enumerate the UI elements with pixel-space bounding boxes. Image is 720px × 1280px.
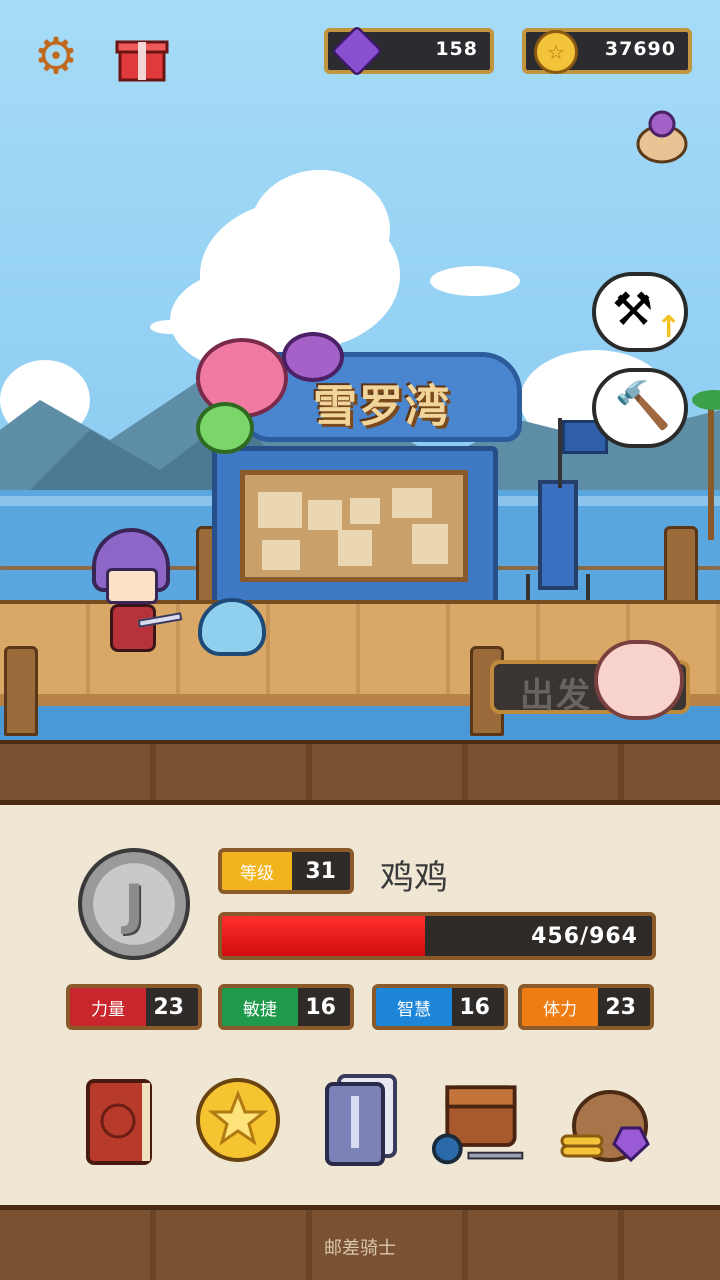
notice-paper[interactable] bbox=[338, 530, 372, 566]
signpost-hammer-icon: 🔨 bbox=[614, 378, 672, 432]
card-deck-graphic bbox=[325, 1074, 397, 1166]
medal-letter: J bbox=[123, 872, 145, 936]
purple-gem-icon bbox=[330, 24, 384, 78]
gem-count: 158 bbox=[435, 38, 478, 60]
stat-stamina: 体力 23 bbox=[518, 984, 654, 1030]
location-title: 雪罗湾 bbox=[313, 381, 451, 432]
depart-label: 出发 bbox=[520, 676, 592, 716]
level-value: 31 bbox=[305, 858, 336, 884]
coin-counter[interactable]: ☆ 37690 bbox=[522, 28, 692, 74]
book-icon[interactable] bbox=[68, 1070, 168, 1170]
hp-bar-fill bbox=[222, 916, 426, 956]
gold-coin-icon: ☆ bbox=[534, 30, 578, 74]
gift-icon-graphic bbox=[115, 40, 169, 82]
stat-value: 23 bbox=[605, 994, 636, 1020]
notice-paper[interactable] bbox=[412, 524, 448, 564]
stat-label: 力量 bbox=[70, 988, 146, 1026]
stat-wisdom: 智慧 16 bbox=[372, 984, 508, 1030]
dock-post bbox=[4, 646, 38, 736]
star-coin-graphic bbox=[196, 1078, 280, 1162]
hero-character[interactable] bbox=[110, 604, 156, 652]
game-scene: 雪罗湾 出发 ⚒ ↑ 🔨 bbox=[0, 0, 720, 760]
purple-shell-icon bbox=[282, 332, 344, 382]
star-coin-icon[interactable] bbox=[188, 1070, 288, 1170]
game-title-footer: 邮差骑士 bbox=[324, 1238, 396, 1259]
gem-counter[interactable]: 158 bbox=[324, 24, 494, 78]
inventory-graphic bbox=[431, 1085, 524, 1165]
book-graphic bbox=[86, 1079, 152, 1165]
notice-paper[interactable] bbox=[350, 498, 380, 524]
treasure-sack-icon[interactable] bbox=[556, 1070, 656, 1170]
stat-agility: 敏捷 16 bbox=[218, 984, 354, 1030]
treasure-graphic bbox=[560, 1090, 650, 1163]
stat-value: 23 bbox=[153, 994, 184, 1020]
stat-label: 体力 bbox=[522, 988, 598, 1026]
hp-bar: 456/964 bbox=[218, 912, 656, 960]
stat-label: 敏捷 bbox=[222, 988, 298, 1026]
hp-text: 456/964 bbox=[531, 923, 638, 949]
gift-box-icon[interactable] bbox=[112, 26, 172, 86]
notice-paper[interactable] bbox=[258, 492, 302, 528]
level-label: 等级 bbox=[222, 852, 292, 890]
stat-value: 16 bbox=[305, 994, 336, 1020]
upgrade-arrow-icon: ↑ bbox=[656, 310, 682, 345]
coin-count: 37690 bbox=[604, 38, 676, 60]
gem-pouch-icon[interactable] bbox=[632, 106, 692, 166]
stat-label: 智慧 bbox=[376, 988, 452, 1026]
cloud bbox=[430, 266, 520, 296]
anvil-upgrade-icon: ⚒ bbox=[612, 282, 654, 336]
dock-post bbox=[664, 526, 698, 606]
inventory-bag-icon[interactable] bbox=[430, 1070, 530, 1170]
palm-tree-icon bbox=[692, 390, 720, 540]
notice-paper[interactable] bbox=[392, 488, 432, 518]
rank-medal[interactable]: J bbox=[78, 848, 190, 960]
card-deck-icon[interactable] bbox=[310, 1070, 410, 1170]
notice-paper[interactable] bbox=[308, 500, 342, 530]
stat-strength: 力量 23 bbox=[66, 984, 202, 1030]
hero-face[interactable] bbox=[106, 568, 158, 604]
cloud bbox=[250, 170, 390, 290]
green-shell-icon bbox=[196, 402, 254, 454]
sleeping-girl-character[interactable] bbox=[594, 640, 684, 720]
notice-paper[interactable] bbox=[262, 540, 300, 570]
player-name: 鸡鸡 bbox=[380, 858, 448, 898]
level-tag: 等级 31 bbox=[218, 848, 354, 894]
settings-gear-icon[interactable]: ⚙ bbox=[26, 26, 86, 86]
cloud bbox=[150, 320, 190, 334]
pouch-graphic bbox=[636, 110, 688, 164]
stat-value: 16 bbox=[459, 994, 490, 1020]
